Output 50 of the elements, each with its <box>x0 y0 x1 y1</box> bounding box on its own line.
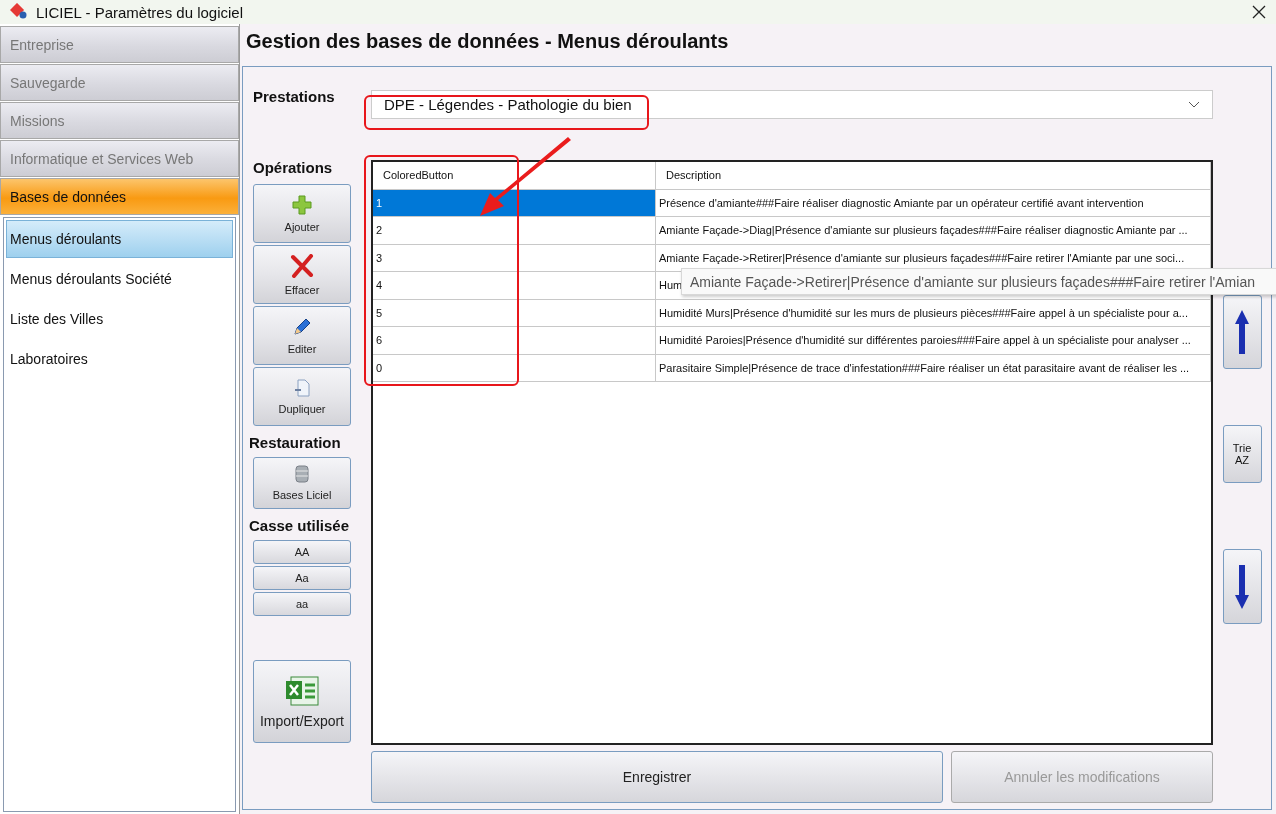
database-icon <box>295 465 309 483</box>
page-heading: Gestion des bases de données - Menus déroulants <box>245 29 730 54</box>
table-cell[interactable]: Humidité Murs|Présence d'humidité sur les murs de plusieurs pièces###Faire appel à un spécialiste pour a... <box>656 299 1211 326</box>
case-button[interactable]: AA <box>253 540 351 564</box>
table-cell[interactable]: 6 <box>373 327 656 354</box>
operations-label: Opérations <box>253 159 334 176</box>
pencil-icon <box>292 316 312 337</box>
chevron-down-icon <box>1188 100 1200 109</box>
sidebar-section[interactable]: Bases de données <box>0 178 239 215</box>
case-button[interactable]: aa <box>253 592 351 616</box>
table-cell[interactable]: 0 <box>373 354 656 381</box>
close-icon[interactable] <box>1252 5 1266 19</box>
sidebar-item[interactable]: Menus déroulants Société <box>6 260 233 298</box>
move-up-button[interactable] <box>1222 295 1262 369</box>
operation-button[interactable]: Editer <box>253 306 351 365</box>
table-cell[interactable]: 5 <box>373 299 656 326</box>
window-title: LICIEL - Paramètres du logiciel <box>36 3 245 21</box>
tooltip: Amiante Façade->Retirer|Présence d'amiante sur plusieurs façades###Faire retirer l'Amian <box>681 268 1276 295</box>
table-cell[interactable]: Amiante Façade->Diag|Présence d'amiante sur plusieurs façades###Faire réaliser diagnostic Amiante par ... <box>656 217 1211 244</box>
sort-button[interactable]: Trie AZ <box>1222 425 1262 483</box>
table-cell[interactable]: 4 <box>373 272 656 299</box>
prestations-dropdown[interactable]: DPE - Légendes - Pathologie du bien <box>371 90 1213 119</box>
table-cell[interactable]: 2 <box>373 217 656 244</box>
case-button[interactable]: Aa <box>253 566 351 590</box>
case-label: Casse utilisée <box>249 517 351 534</box>
operation-button[interactable]: Ajouter <box>253 184 351 243</box>
cross-icon <box>290 253 314 278</box>
operation-button[interactable]: Effacer <box>253 245 351 304</box>
sidebar-item[interactable]: Liste des Villes <box>6 300 233 338</box>
sidebar-item[interactable]: Menus déroulants <box>6 220 233 258</box>
arrow-down-icon <box>1234 563 1250 610</box>
plus-icon <box>292 194 312 215</box>
column-header[interactable]: ColoredButton <box>383 169 454 181</box>
prestations-label: Prestations <box>253 88 336 107</box>
table-cell[interactable]: Présence d'amiante###Faire réaliser diagnostic Amiante par un opérateur certifié avant intervention <box>656 189 1211 216</box>
import-export-button[interactable]: Import/Export <box>253 660 351 743</box>
arrow-up-icon <box>1234 309 1250 355</box>
app-logo-icon <box>10 3 28 21</box>
table-cell[interactable]: Parasitaire Simple|Présence de trace d'infestation###Faire réaliser un état parasitaire avant de réaliser les ... <box>656 354 1211 381</box>
operation-button[interactable]: Dupliquer <box>253 367 351 426</box>
move-down-button[interactable] <box>1222 549 1262 624</box>
footer-button[interactable]: Enregistrer <box>371 751 943 803</box>
document-icon <box>294 378 310 397</box>
column-header[interactable]: Description <box>666 169 722 181</box>
table-cell[interactable]: Humidité Paroies|Présence d'humidité sur différentes paroies###Faire appel à un spécialiste pour analyser ... <box>656 327 1211 354</box>
table-cell[interactable]: 3 <box>373 244 656 271</box>
restore-button[interactable]: Bases Liciel <box>253 457 351 509</box>
spreadsheet-icon <box>285 674 319 707</box>
sidebar-item[interactable]: Laboratoires <box>6 340 233 378</box>
restauration-label: Restauration <box>249 434 342 451</box>
